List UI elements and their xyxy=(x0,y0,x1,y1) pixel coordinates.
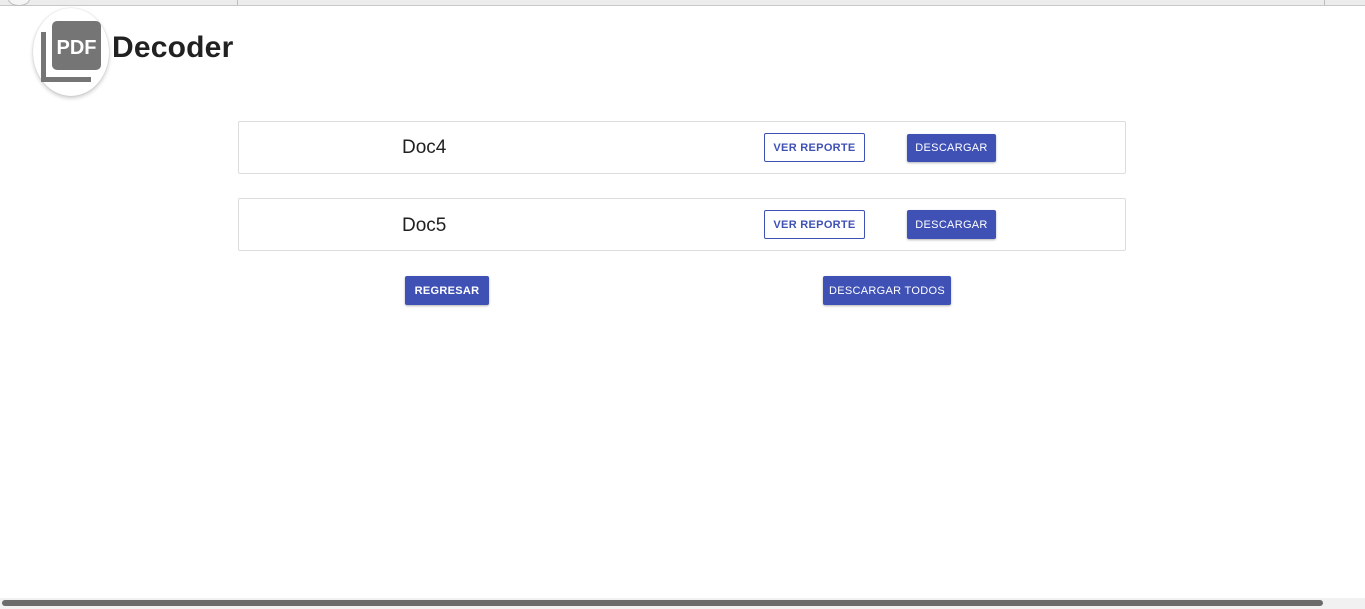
scrollbar-thumb[interactable] xyxy=(2,600,1323,606)
document-name: Doc4 xyxy=(402,137,447,158)
divider xyxy=(1324,0,1325,5)
app-logo[interactable]: PDF xyxy=(33,8,109,96)
view-report-button[interactable]: VER REPORTE xyxy=(764,133,865,162)
download-button[interactable]: DESCARGAR xyxy=(907,210,996,239)
browser-top-strip xyxy=(0,0,1365,6)
horizontal-scrollbar[interactable] xyxy=(0,598,1365,609)
app-title: Decoder xyxy=(112,31,234,64)
browser-tab-edge xyxy=(8,0,30,6)
logo-pdf-text: PDF xyxy=(57,37,97,59)
download-all-button[interactable]: DESCARGAR TODOS xyxy=(823,276,951,305)
download-button[interactable]: DESCARGAR xyxy=(907,134,996,162)
document-row: Doc4 VER REPORTE DESCARGAR xyxy=(238,121,1126,174)
document-name: Doc5 xyxy=(402,215,447,236)
view-report-button[interactable]: VER REPORTE xyxy=(764,210,865,239)
document-row: Doc5 VER REPORTE DESCARGAR xyxy=(238,198,1126,251)
back-button[interactable]: REGRESAR xyxy=(405,276,489,305)
pdf-stack-icon: PDF xyxy=(41,21,101,82)
divider xyxy=(237,0,238,5)
